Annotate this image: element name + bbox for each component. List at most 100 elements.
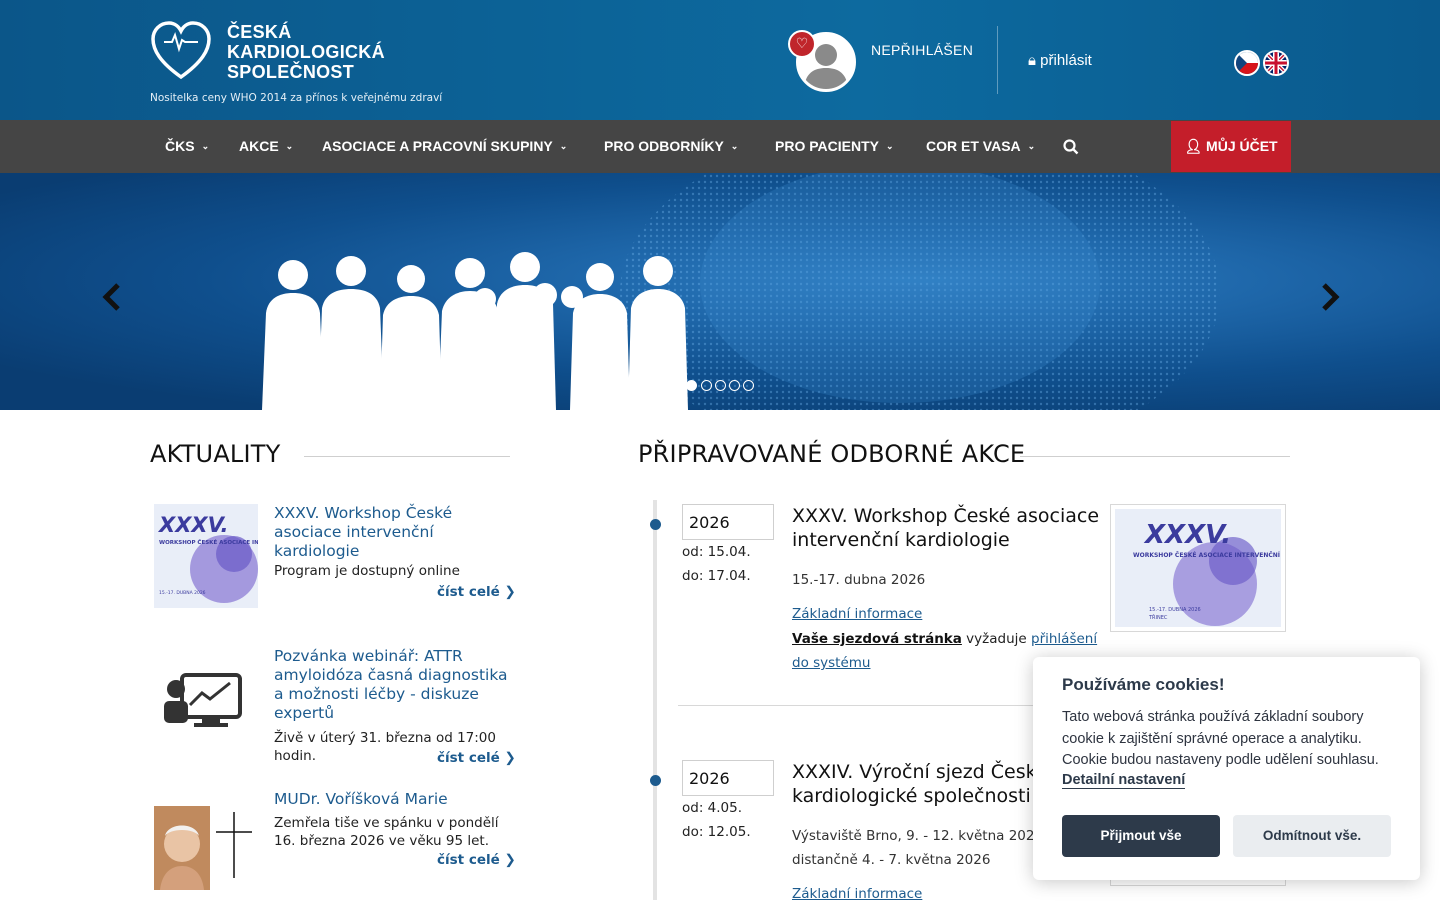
news-thumbnail[interactable]: XXXV. WORKSHOP ČESKÉ ASOCIACE INTERVENČN… <box>154 504 258 608</box>
event-note-text: vyžaduje <box>961 631 1031 647</box>
carousel-dot[interactable] <box>701 380 712 391</box>
event-website-link[interactable]: Vaše sjezdová stránka <box>792 631 962 647</box>
poster-date: 15.-17. DUBNA 2026 <box>1149 607 1201 613</box>
site-header: ČESKÁ KARDIOLOGICKÁ SPOLEČNOST Nositelka… <box>0 0 1440 120</box>
read-more-label: číst celé <box>437 750 500 766</box>
title-divider <box>304 456 510 457</box>
event-title-link[interactable]: XXXV. Workshop České asociace intervenčn… <box>792 504 1099 552</box>
carousel-dot[interactable] <box>743 380 754 391</box>
language-cz-flag-icon[interactable] <box>1234 50 1260 76</box>
login-label: přihlásit <box>1040 52 1092 69</box>
event-subtitle-line: distančně 4. - 7. května 2026 <box>792 852 991 868</box>
event-subtitle-line: Výstaviště Brno, 9. - 12. května 2026, <box>792 828 1048 844</box>
event-title-link[interactable]: XXXIV. Výroční sjezd České kardiologické… <box>792 760 1048 808</box>
read-more-link[interactable]: číst celé ❯ <box>437 750 516 766</box>
read-more-label: číst celé <box>437 584 500 600</box>
event-date-from: od: 4.05. <box>682 800 743 816</box>
nav-label: ASOCIACE A PRACOVNÍ SKUPINY <box>322 138 553 154</box>
cookie-detail-settings-link[interactable]: Detailní nastavení <box>1062 772 1186 789</box>
chevron-down-icon: ⌄ <box>201 141 210 151</box>
carousel-dot[interactable] <box>686 380 697 391</box>
nav-item-asociace[interactable]: ASOCIACE A PRACOVNÍ SKUPINY ⌄ <box>322 120 567 173</box>
event-date-to: do: 17.04. <box>682 568 751 584</box>
poster-city: TŘINEC <box>1148 613 1168 621</box>
cookie-consent-dialog: Používáme cookies! Tato webová stránka p… <box>1033 657 1420 880</box>
poster-date: 15.-17. DUBNA 2026 <box>159 590 206 596</box>
my-account-button[interactable]: 👤︎ MŮJ ÚČET <box>1171 121 1291 172</box>
account-label: MŮJ ÚČET <box>1206 138 1278 154</box>
event-subtitle: Výstaviště Brno, 9. - 12. května 2026, d… <box>792 824 1047 872</box>
news-thumbnail[interactable] <box>154 806 258 890</box>
news-title-link[interactable]: MUDr. Voříšková Marie <box>274 790 512 809</box>
event-date-to: do: 12.05. <box>682 824 751 840</box>
event-info-link[interactable]: Základní informace <box>792 606 922 622</box>
nav-item-pro-odborniky[interactable]: PRO ODBORNÍKY ⌄ <box>604 120 738 173</box>
event-title-line: intervenční kardiologie <box>792 529 1010 551</box>
event-date-from: od: 15.04. <box>682 544 751 560</box>
logo-line: ČESKÁ <box>227 22 292 42</box>
search-icon[interactable] <box>1062 138 1080 156</box>
event-separator <box>678 705 1038 706</box>
timeline-line <box>653 500 657 900</box>
hero-carousel <box>0 173 1440 410</box>
carousel-prev-arrow-icon[interactable] <box>100 282 124 312</box>
news-title-link[interactable]: Pozvánka webinář: ATTR amyloidóza časná … <box>274 647 512 723</box>
header-divider <box>997 26 998 94</box>
heart-logo-icon <box>151 21 211 80</box>
login-link[interactable]: 🔒︎ přihlásit <box>1028 52 1092 69</box>
event-subtitle: 15.-17. dubna 2026 <box>792 572 926 588</box>
news-thumbnail[interactable] <box>154 647 258 751</box>
webinar-icon <box>154 647 258 751</box>
user-status: NEPŘIHLÁŠEN <box>871 42 974 58</box>
cookie-text: Tato webová stránka používá základní sou… <box>1062 709 1379 768</box>
poster-subtitle: WORKSHOP ČESKÉ ASOCIACE INTERVENČNÍ KARD… <box>159 538 258 546</box>
nav-label: AKCE <box>239 138 279 154</box>
news-description: Zemřela tiše ve spánku v pondělí 16. bře… <box>274 815 499 849</box>
cookie-title: Používáme cookies! <box>1062 675 1225 694</box>
poster-title: XXXV. <box>157 513 229 537</box>
nav-item-pro-pacienty[interactable]: PRO PACIENTY ⌄ <box>775 120 894 173</box>
chevron-right-icon: ❯ <box>504 584 516 600</box>
events-section-title: PŘIPRAVOVANÉ ODBORNÉ AKCE <box>638 440 1026 468</box>
carousel-dot[interactable] <box>729 380 740 391</box>
title-divider <box>1020 456 1290 457</box>
nav-item-cor-et-vasa[interactable]: COR ET VASA ⌄ <box>926 120 1035 173</box>
cookie-accept-button[interactable]: Přijmout vše <box>1062 815 1220 857</box>
language-en-flag-icon[interactable] <box>1263 50 1289 76</box>
news-description: Program je dostupný online <box>274 563 460 579</box>
news-title-link[interactable]: XXXV. Workshop České asociace intervenčn… <box>274 504 512 561</box>
nav-item-akce[interactable]: AKCE ⌄ <box>239 120 293 173</box>
obituary-photo <box>154 806 258 890</box>
timeline-dot <box>650 519 661 530</box>
user-icon: 👤︎ <box>1184 138 1203 154</box>
user-area: ♡ NEPŘIHLÁŠEN <box>788 28 988 98</box>
event-thumbnail[interactable]: XXXV. WORKSHOP ČESKÉ ASOCIACE INTERVENČN… <box>1110 504 1286 632</box>
news-item: MUDr. Voříšková Marie Zemřela tiše ve sp… <box>150 790 516 890</box>
site-logo[interactable]: ČESKÁ KARDIOLOGICKÁ SPOLEČNOST Nositelka… <box>150 20 450 110</box>
nav-item-cks[interactable]: ČKS ⌄ <box>165 120 209 173</box>
news-item: XXXV. WORKSHOP ČESKÉ ASOCIACE INTERVENČN… <box>150 504 516 614</box>
nav-label: PRO PACIENTY <box>775 138 879 154</box>
read-more-link[interactable]: číst celé ❯ <box>437 584 516 600</box>
logo-text: ČESKÁ KARDIOLOGICKÁ SPOLEČNOST <box>227 22 385 82</box>
chevron-right-icon: ❯ <box>504 852 516 868</box>
hero-image <box>262 173 1220 410</box>
carousel-next-arrow-icon[interactable] <box>1318 282 1342 312</box>
chevron-down-icon: ⌄ <box>1027 141 1036 151</box>
cookie-reject-button[interactable]: Odmítnout vše. <box>1233 815 1391 857</box>
news-item: Pozvánka webinář: ATTR amyloidóza časná … <box>150 647 516 767</box>
logo-tagline: Nositelka ceny WHO 2014 za přínos k veře… <box>150 92 443 104</box>
nav-label: COR ET VASA <box>926 138 1021 154</box>
chevron-down-icon: ⌄ <box>730 141 739 151</box>
workshop-poster-image: XXXV. WORKSHOP ČESKÉ ASOCIACE INTERVENČN… <box>1115 509 1285 627</box>
logo-line: SPOLEČNOST <box>227 62 355 82</box>
read-more-link[interactable]: číst celé ❯ <box>437 852 516 868</box>
chevron-down-icon: ⌄ <box>559 141 568 151</box>
poster-title: XXXV. <box>1143 520 1231 550</box>
news-section-title: AKTUALITY <box>150 440 281 468</box>
workshop-poster-image: XXXV. WORKSHOP ČESKÉ ASOCIACE INTERVENČN… <box>154 504 258 608</box>
timeline-dot <box>650 775 661 786</box>
event-year: 2026 <box>682 504 774 540</box>
read-more-label: číst celé <box>437 852 500 868</box>
carousel-dot[interactable] <box>715 380 726 391</box>
